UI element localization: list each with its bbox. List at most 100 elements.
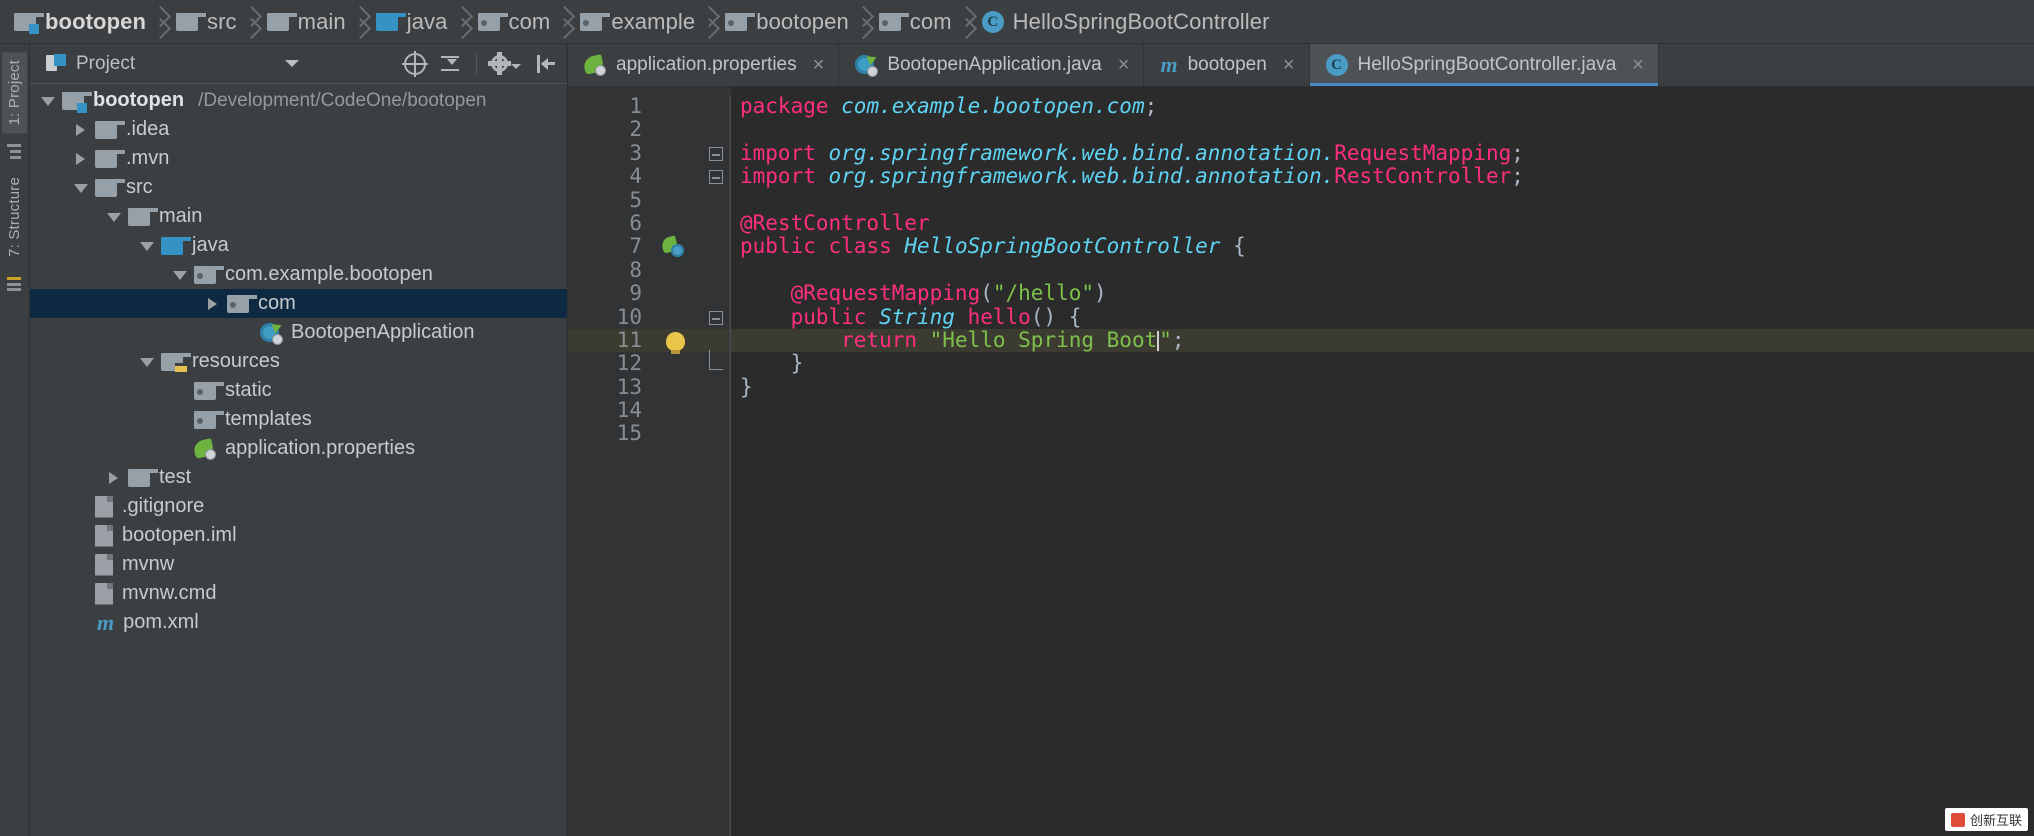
breadcrumb-item-bootopen[interactable]: bootopen (14, 0, 146, 44)
breadcrumb-item-src[interactable]: src (176, 0, 237, 44)
code-token: org.springframework.web.bind.annotation. (828, 140, 1335, 165)
code-line[interactable]: @RestController (730, 211, 2034, 235)
tree-item--gitignore[interactable]: .gitignore (30, 492, 567, 521)
tree-down-arrow-icon[interactable] (135, 231, 161, 260)
tree-item-main[interactable]: main (30, 202, 567, 231)
code-content[interactable]: package com.example.bootopen.com; import … (730, 87, 2034, 836)
tree-item-templates[interactable]: templates (30, 405, 567, 434)
code-folding-column[interactable] (704, 87, 730, 836)
code-line[interactable]: import org.springframework.web.bind.anno… (730, 140, 2034, 165)
breadcrumb-item-hellospringbootcontroller[interactable]: C HelloSpringBootController (981, 0, 1270, 44)
code-line[interactable]: import org.springframework.web.bind.anno… (730, 164, 2034, 188)
code-token: com.example.bootopen.com (841, 94, 1145, 118)
close-icon[interactable]: × (1632, 55, 1644, 75)
spring-bean-icon[interactable] (660, 235, 684, 258)
scroll-from-source-icon[interactable] (402, 50, 428, 77)
rail-tab-structure[interactable]: 7: Structure (2, 169, 27, 265)
fold-collapse-icon[interactable] (709, 310, 723, 325)
breadcrumb-item-com[interactable]: com (477, 0, 551, 44)
tree-item--idea[interactable]: .idea (30, 115, 567, 144)
close-icon[interactable]: × (1118, 55, 1130, 75)
tree-down-arrow-icon[interactable] (36, 86, 62, 115)
breadcrumb-item-label: HelloSpringBootController (1012, 8, 1270, 34)
breadcrumb-item-java[interactable]: java (375, 0, 448, 44)
fold-slot (704, 259, 729, 282)
tree-item-static[interactable]: static (30, 376, 567, 405)
tree-item-bootopenapplication[interactable]: BootopenApplication (30, 318, 567, 347)
hide-panel-icon[interactable] (535, 53, 557, 75)
folder-icon (95, 120, 126, 139)
code-line[interactable]: @RequestMapping("/hello") (730, 281, 2034, 306)
tree-item-label: main (159, 205, 203, 227)
breadcrumb-item-bootopen[interactable]: bootopen (725, 0, 849, 44)
collapse-all-icon[interactable] (440, 53, 462, 75)
fold-collapse-icon[interactable] (709, 170, 723, 185)
favorites-icon[interactable] (6, 275, 23, 292)
code-token: ) (1094, 281, 1107, 306)
tree-item-com[interactable]: com (30, 289, 567, 318)
tree-item-application-properties[interactable]: application.properties (30, 434, 567, 463)
code-line[interactable]: public String hello() { (730, 305, 2034, 329)
chevron-down-icon[interactable] (285, 60, 300, 67)
gear-icon (488, 52, 511, 75)
module-folder-icon (62, 91, 93, 113)
settings-gear-button[interactable] (488, 52, 521, 75)
tree-right-arrow-icon[interactable] (102, 463, 128, 492)
tree-item--mvn[interactable]: .mvn (30, 144, 567, 173)
tree-item-pom-xml[interactable]: m pom.xml (30, 608, 567, 637)
rail-tab-project[interactable]: 1: Project (2, 52, 27, 134)
editor-tab-hellospringbootcontroller-java[interactable]: C HelloSpringBootController.java × (1309, 44, 1659, 86)
package-folder-icon (194, 410, 225, 429)
code-line[interactable]: return "Hello Spring Boot"; (730, 328, 2034, 353)
tree-item-label: src (126, 176, 153, 198)
breadcrumb-item-com[interactable]: com (878, 0, 952, 44)
chevron-down-icon (511, 64, 521, 69)
close-icon[interactable]: × (813, 55, 825, 75)
tree-item-test[interactable]: test (30, 463, 567, 492)
spring-properties-icon (192, 437, 216, 460)
code-token: HelloSpringBootController (904, 234, 1221, 259)
project-tree[interactable]: bootopen/Development/CodeOne/bootopen .id… (30, 84, 567, 836)
tree-item-bootopen[interactable]: bootopen/Development/CodeOne/bootopen (30, 86, 567, 115)
tree-down-arrow-icon[interactable] (168, 260, 194, 289)
tree-right-arrow-icon[interactable] (69, 144, 95, 173)
code-line[interactable]: package com.example.bootopen.com; (730, 94, 2034, 118)
breadcrumb-item-label: com (508, 8, 551, 34)
code-line[interactable] (730, 118, 2034, 141)
code-line[interactable]: } (730, 375, 2034, 399)
tree-right-arrow-icon[interactable] (201, 289, 227, 318)
tree-item-mvnw-cmd[interactable]: mvnw.cmd (30, 579, 567, 608)
code-line[interactable] (730, 189, 2034, 212)
tree-item-label: BootopenApplication (291, 321, 475, 343)
gutter-icon-slot (654, 422, 704, 445)
breadcrumb-item-main[interactable]: main (266, 0, 346, 44)
code-editor[interactable]: 1 2 3 4 5 6 7 8 9 10 11 12 13 14 15 package com.exampl… (568, 87, 2034, 836)
editor-tab-application-properties[interactable]: application.properties × (568, 44, 840, 86)
gutter-icons-column[interactable] (654, 87, 704, 836)
breadcrumb-item-example[interactable]: example (580, 0, 695, 44)
project-panel-title: Project (76, 52, 136, 74)
editor-tab-bootopen[interactable]: m bootopen × (1144, 44, 1310, 86)
tree-item-bootopen-iml[interactable]: bootopen.iml (30, 521, 567, 550)
fold-end-icon[interactable] (709, 350, 723, 371)
tree-right-arrow-icon[interactable] (69, 115, 95, 144)
code-line[interactable] (730, 422, 2034, 445)
tree-down-arrow-icon[interactable] (102, 202, 128, 231)
tree-item-com-example-bootopen[interactable]: com.example.bootopen (30, 260, 567, 289)
code-line[interactable]: } (730, 352, 2034, 375)
tree-down-arrow-icon[interactable] (69, 173, 95, 202)
tree-down-arrow-icon[interactable] (135, 347, 161, 376)
editor-tab-bootopenapplication-java[interactable]: BootopenApplication.java × (839, 44, 1145, 86)
fold-collapse-icon[interactable] (709, 146, 723, 161)
tree-item-src[interactable]: src (30, 173, 567, 202)
code-line[interactable]: public class HelloSpringBootController { (730, 235, 2034, 258)
tree-item-mvnw[interactable]: mvnw (30, 550, 567, 579)
code-line[interactable] (730, 259, 2034, 282)
tree-item-resources[interactable]: resources (30, 347, 567, 376)
line-number: 15 (616, 421, 642, 446)
intention-bulb-icon[interactable] (666, 331, 685, 354)
tree-item-java[interactable]: java (30, 231, 567, 260)
breadcrumb-separator (697, 0, 723, 44)
code-line[interactable] (730, 399, 2034, 422)
close-icon[interactable]: × (1283, 55, 1295, 75)
